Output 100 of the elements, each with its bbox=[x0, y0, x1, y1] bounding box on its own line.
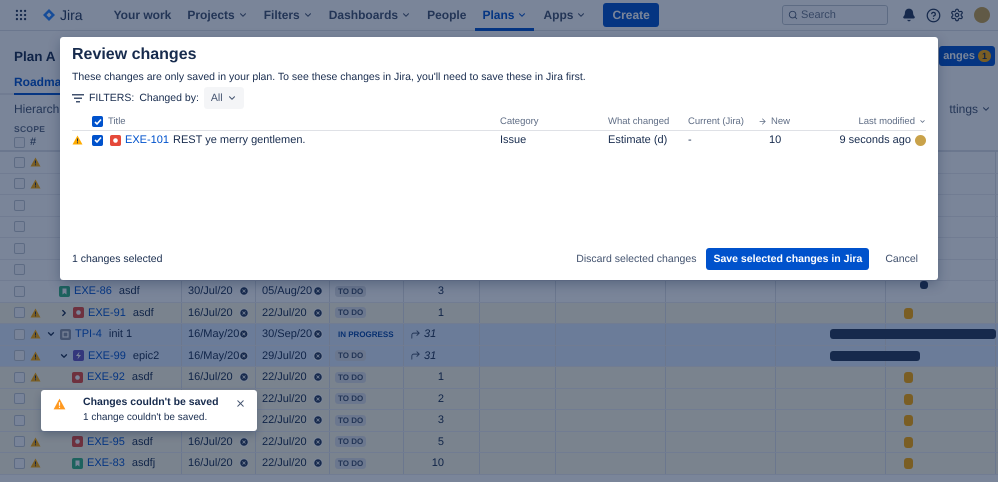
avatar bbox=[915, 134, 926, 146]
clear-icon[interactable] bbox=[239, 308, 249, 318]
nav-item[interactable]: Projects bbox=[180, 0, 255, 30]
column-header: # bbox=[30, 136, 36, 148]
end-date: 22/Jul/20 bbox=[262, 306, 307, 319]
checkbox[interactable] bbox=[14, 242, 25, 254]
end-date: 30/Sep/20 bbox=[262, 328, 312, 340]
last-modified-time: 9 seconds ago bbox=[839, 134, 911, 146]
status-lozenge: TO DO bbox=[335, 307, 366, 318]
checkbox[interactable] bbox=[92, 134, 103, 146]
checkbox[interactable] bbox=[14, 372, 25, 383]
discard-button[interactable]: Discard selected changes bbox=[574, 248, 698, 270]
clear-icon[interactable] bbox=[239, 436, 249, 447]
start-date: 30/Jul/20 bbox=[188, 285, 233, 298]
issue-key-link[interactable]: TPI-4 bbox=[75, 328, 102, 340]
status-lozenge: TO DO bbox=[335, 436, 366, 448]
end-date: 22/Jul/20 bbox=[262, 436, 307, 448]
checkbox[interactable] bbox=[14, 414, 25, 426]
nav-item[interactable]: Filters bbox=[256, 0, 320, 30]
filters-label: FILTERS: bbox=[89, 92, 134, 104]
estimate-value: 31 bbox=[424, 328, 436, 340]
changed-field: Estimate (d) bbox=[608, 134, 668, 146]
checkbox[interactable] bbox=[92, 116, 103, 127]
issue-key-link[interactable]: EXE-86 bbox=[74, 285, 112, 298]
checkbox[interactable] bbox=[14, 436, 25, 448]
end-date: 29/Jul/20 bbox=[262, 350, 307, 362]
start-date: 16/Jul/20 bbox=[188, 436, 233, 448]
clear-icon[interactable] bbox=[239, 372, 249, 382]
checkbox[interactable] bbox=[14, 393, 25, 404]
estimate-value: 5 bbox=[438, 436, 444, 448]
create-button[interactable]: Create bbox=[603, 3, 659, 27]
clear-icon[interactable] bbox=[313, 372, 323, 382]
settings-button[interactable]: ttings bbox=[945, 102, 995, 116]
product-name[interactable]: Jira bbox=[60, 7, 83, 23]
issue-key-link[interactable]: EXE-91 bbox=[88, 306, 126, 319]
dialog-title: Review changes bbox=[72, 46, 198, 64]
clear-icon[interactable] bbox=[313, 394, 323, 404]
end-date: 05/Aug/20 bbox=[262, 285, 312, 298]
checkbox[interactable] bbox=[14, 136, 25, 148]
clear-icon[interactable] bbox=[313, 286, 323, 296]
clear-icon[interactable] bbox=[239, 458, 249, 468]
current-value: - bbox=[688, 134, 692, 146]
estimate-value: 1 bbox=[438, 371, 444, 384]
issue-key-link[interactable]: EXE-99 bbox=[88, 350, 126, 362]
checkbox[interactable] bbox=[14, 200, 25, 211]
start-date: 16/Jul/20 bbox=[188, 457, 233, 470]
search-field[interactable]: Search bbox=[782, 5, 888, 25]
column-header[interactable]: Last modified bbox=[858, 116, 915, 127]
clear-icon[interactable] bbox=[313, 308, 323, 318]
issue-key-link[interactable]: EXE-101 bbox=[125, 134, 170, 146]
status-lozenge: TO DO bbox=[335, 350, 366, 362]
nav-item[interactable]: Apps bbox=[536, 0, 594, 30]
warning-icon bbox=[53, 398, 66, 410]
changed-by-label: Changed by: bbox=[139, 92, 199, 104]
status-lozenge: TO DO bbox=[335, 414, 366, 426]
issue-key-link[interactable]: EXE-95 bbox=[87, 436, 125, 448]
status-lozenge: TO DO bbox=[335, 286, 366, 297]
end-date: 22/Jul/20 bbox=[262, 457, 307, 470]
save-button[interactable]: Save selected changes in Jira bbox=[706, 248, 870, 270]
cancel-button[interactable]: Cancel bbox=[877, 248, 926, 270]
clear-icon[interactable] bbox=[313, 436, 323, 447]
review-changes-button[interactable]: anges 1 bbox=[939, 46, 995, 66]
checkbox[interactable] bbox=[14, 286, 25, 297]
issue-key-link[interactable]: EXE-83 bbox=[87, 457, 125, 470]
clear-icon[interactable] bbox=[313, 415, 323, 426]
nav-item[interactable]: People bbox=[420, 0, 474, 30]
selection-count: 1 changes selected bbox=[72, 253, 162, 265]
start-date: 16/May/20 bbox=[188, 328, 240, 340]
checkbox[interactable] bbox=[14, 458, 25, 469]
end-date: 22/Jul/20 bbox=[262, 371, 307, 384]
close-icon[interactable] bbox=[235, 398, 246, 409]
nav-item[interactable]: Dashboards bbox=[322, 0, 418, 30]
estimate-value: 10 bbox=[432, 457, 444, 470]
checkbox[interactable] bbox=[14, 307, 25, 318]
nav-item[interactable]: Plans bbox=[475, 0, 534, 30]
caret-icon[interactable] bbox=[59, 308, 69, 318]
clear-icon[interactable] bbox=[239, 329, 249, 340]
clear-icon[interactable] bbox=[313, 329, 323, 340]
status-lozenge: TO DO bbox=[335, 372, 366, 383]
column-header: What changed bbox=[608, 116, 670, 127]
checkbox[interactable] bbox=[14, 178, 25, 190]
clear-icon[interactable] bbox=[313, 350, 323, 361]
checkbox[interactable] bbox=[14, 328, 25, 340]
checkbox[interactable] bbox=[14, 264, 25, 276]
start-date: 16/May/20 bbox=[188, 350, 240, 362]
column-header: Title bbox=[108, 116, 126, 127]
count-badge: 1 bbox=[978, 50, 991, 62]
nav-item[interactable]: Your work bbox=[106, 0, 178, 30]
clear-icon[interactable] bbox=[239, 286, 249, 296]
issue-summary: asdf bbox=[118, 285, 140, 298]
clear-icon[interactable] bbox=[239, 350, 249, 361]
checkbox[interactable] bbox=[14, 221, 25, 232]
issue-summary: asdfj bbox=[132, 457, 156, 470]
checkbox[interactable] bbox=[14, 156, 25, 168]
issue-key-link[interactable]: EXE-92 bbox=[87, 371, 125, 384]
clear-icon[interactable] bbox=[313, 458, 323, 468]
changed-by-dropdown[interactable]: All bbox=[204, 87, 244, 109]
checkbox[interactable] bbox=[14, 350, 25, 362]
status-lozenge: TO DO bbox=[335, 393, 366, 404]
plan-title: Plan A bbox=[14, 48, 56, 64]
